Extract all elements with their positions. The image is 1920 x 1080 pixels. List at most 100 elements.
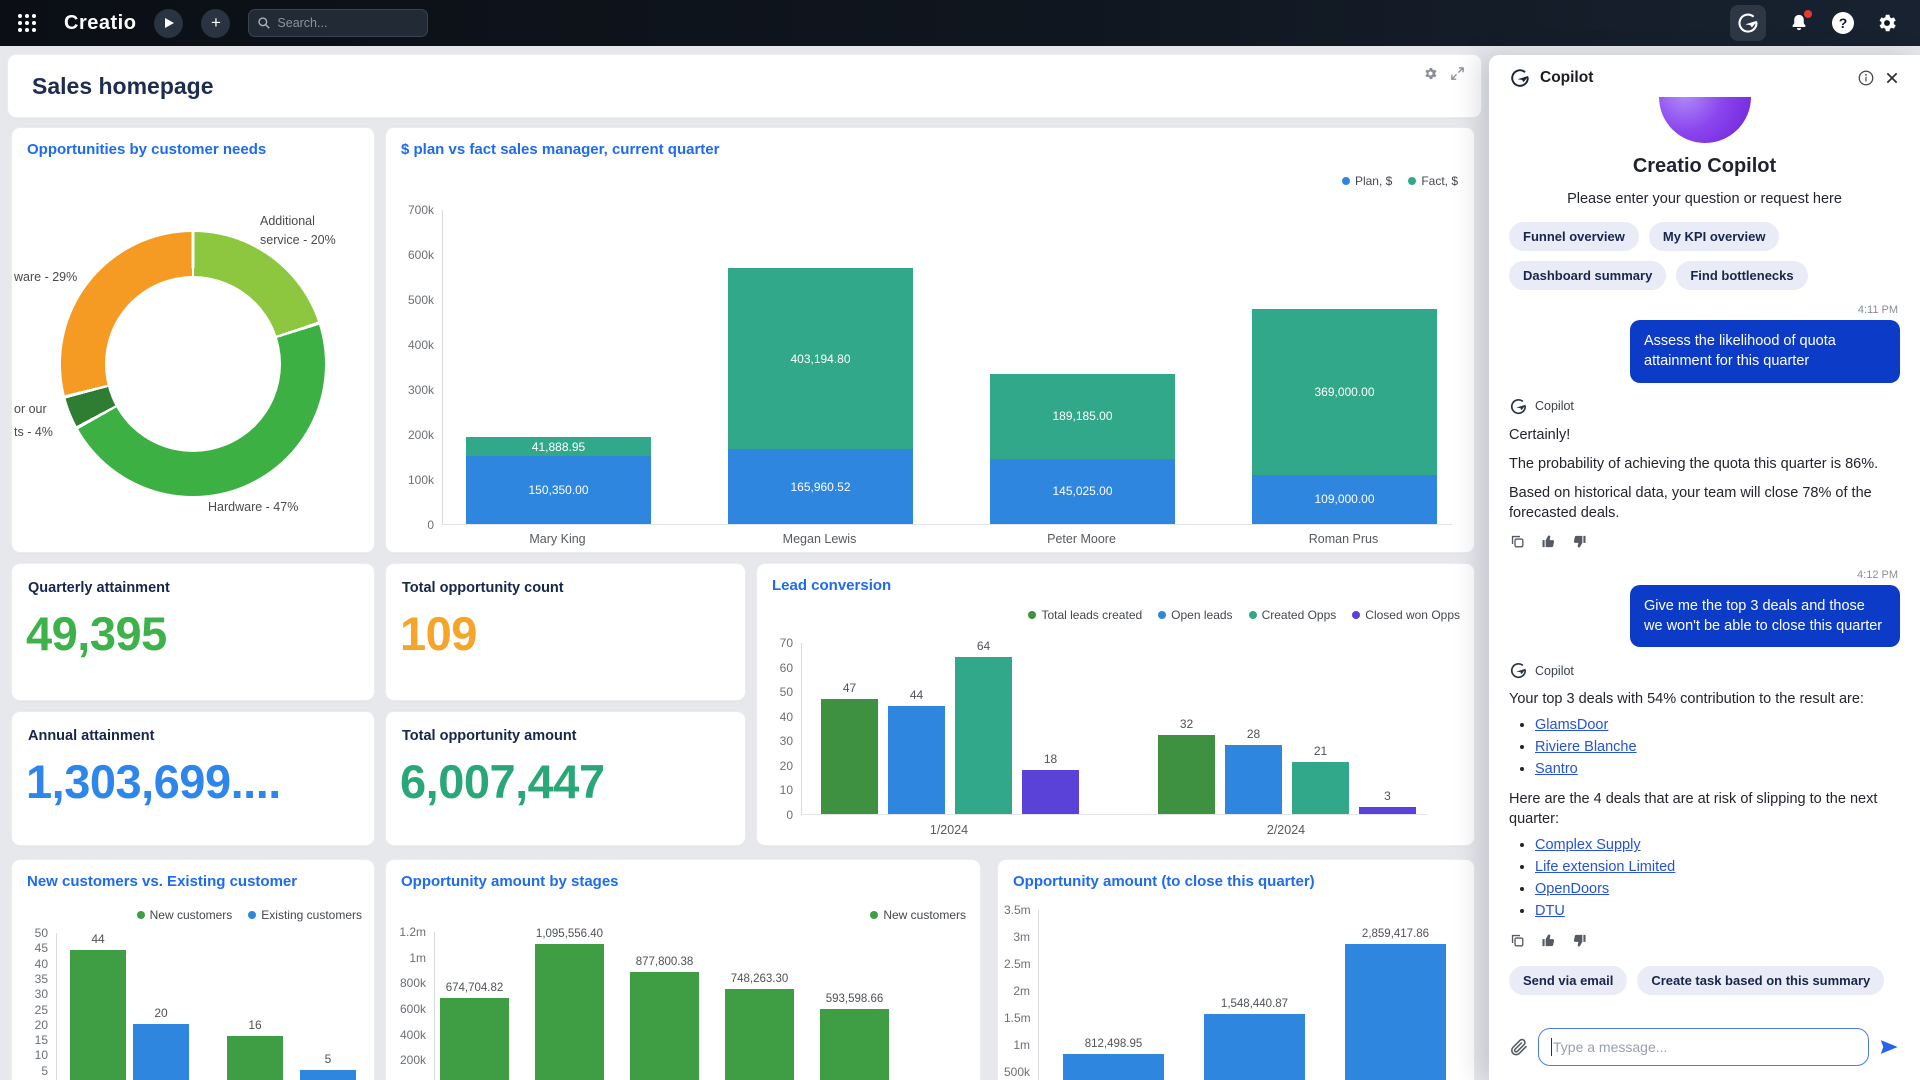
bar-column: 41,888.95 150,350.00 [466,437,651,524]
bot-label: Copilot [1535,399,1574,414]
legend-dot [248,911,257,919]
y-axis-tick: 5 [41,1063,48,1078]
topbar-actions: ? [1730,5,1920,41]
bot-message-text: Based on historical data, your team will… [1509,484,1872,521]
message-timestamp: 4:12 PM [1857,568,1898,581]
deal-link[interactable]: DTU [1535,903,1565,919]
bar [1359,806,1416,814]
copilot-thread: 4:11 PM Assess the likelihood of quota at… [1509,290,1900,1018]
list-item: GlamsDoor [1535,715,1900,737]
y-axis-tick: 10 [34,1048,48,1063]
expand-icon[interactable] [1450,66,1465,81]
action-chip[interactable]: Send via email [1509,966,1628,996]
legend-dot [1158,611,1167,619]
send-button[interactable] [1878,1036,1900,1058]
settings-button[interactable] [1876,12,1898,34]
bar-column: 28 [1225,727,1282,814]
info-icon[interactable] [1857,69,1875,87]
copy-icon[interactable] [1509,533,1526,555]
bar [440,998,509,1080]
copilot-action-chips: Send via email Create task based on this … [1509,966,1900,996]
bar [1345,943,1446,1080]
notifications-button[interactable] [1788,10,1812,34]
chart-legend: Plan, $ Fact, $ [1341,174,1458,188]
message-input[interactable]: Type a message... [1538,1028,1869,1066]
bar-chart: 1.2m 1m 800k 600k 400k 200k New customers 674,7… [386,860,980,1080]
legend-entry: Closed won Opps [1352,608,1460,622]
bar-segment: 41,888.95 [466,437,651,457]
attachment-icon[interactable] [1509,1037,1529,1057]
panel-opportunity-amount-by-stages: Opportunity amount by stages 1.2m 1m 800k 6… [386,860,980,1080]
y-axis-tick: 2.5m [1004,957,1031,971]
y-axis-tick: 15 [34,1033,48,1048]
y-axis-tick: 50 [779,685,793,700]
page-header: Sales homepage [8,55,1481,117]
legend-entry: Plan, $ [1341,174,1392,188]
bar-segment: 165,960.52 [728,449,913,524]
thumbs-down-icon[interactable] [1571,932,1588,954]
suggestion-chip[interactable]: My KPI overview [1648,222,1780,251]
deal-link[interactable]: Santro [1535,761,1578,777]
thumbs-up-icon[interactable] [1540,932,1557,954]
bar [725,989,794,1080]
bot-links-list: Complex Supply Life extension Limited Open… [1535,835,1900,922]
help-button[interactable]: ? [1832,12,1854,34]
y-axis-tick: 200k [407,428,434,442]
add-new-button[interactable]: + [201,8,231,38]
deal-link[interactable]: Riviere Blanche [1535,739,1637,755]
suggestion-chip[interactable]: Find bottlenecks [1676,261,1808,290]
dashboard-settings-gear-icon[interactable] [1423,66,1438,81]
bar-group: 47 44 64 18 [821,639,1079,814]
search-input[interactable] [277,16,408,30]
legend-entry: Fact, $ [1408,174,1458,188]
bot-message-text: The probability of achieving the quota t… [1509,455,1879,472]
kpi-value: 49,395 [26,607,167,660]
copilot-swoosh-icon [1511,69,1529,87]
deal-link[interactable]: Complex Supply [1535,837,1641,853]
app-launcher-icon[interactable] [12,8,42,38]
bar [1158,735,1215,814]
legend-label: New customers [149,908,233,922]
action-chip[interactable]: Create task based on this summary [1637,966,1885,996]
play-icon [165,18,175,28]
kpi-label: Total opportunity count [402,580,564,596]
bar-column: 403,194.80 165,960.52 [728,267,913,524]
global-search[interactable] [248,9,429,37]
bar-column: 21 [1292,744,1349,814]
close-icon[interactable] [1884,70,1900,86]
y-axis-tick: 60 [779,660,793,675]
thumbs-up-icon[interactable] [1540,533,1557,555]
bar-column: 18 [1022,752,1079,814]
suggestion-chip[interactable]: Dashboard summary [1509,261,1667,290]
thumbs-down-icon[interactable] [1571,533,1588,555]
bar-column: 2,859,417.86 [1345,928,1446,1080]
kpi-label: Annual attainment [28,728,155,744]
bar-column: 1,548,440.87 [1204,998,1305,1080]
deal-link[interactable]: GlamsDoor [1535,717,1608,733]
creatio-logo: Creatio [64,11,137,34]
bar-value-label: 20 [154,1005,168,1020]
legend-label: Total leads created [1041,608,1143,622]
deal-link[interactable]: Life extension Limited [1535,859,1675,875]
bar-column: 64 [955,639,1012,814]
input-placeholder: Type a message... [1553,1039,1668,1055]
x-axis-label: Megan Lewis [782,532,857,546]
bar [820,1008,889,1080]
bar-column: 877,800.38 [630,956,699,1080]
copilot-toggle-button[interactable] [1730,5,1766,41]
x-axis-labels: 1/2024 2/2024 [820,823,1415,837]
topbar: Creatio + ? [0,0,1920,46]
user-message-bubble: Give me the top 3 deals and those we won… [1630,584,1900,648]
run-process-button[interactable] [154,8,184,38]
notification-badge [1804,10,1812,18]
chart-legend: New customers [870,908,966,922]
bar-value-label: 64 [976,638,991,653]
bar [227,1036,283,1080]
panel-lead-conversion: Lead conversion 70 60 50 40 30 20 10 0 Total lea… [757,564,1474,845]
deal-link[interactable]: OpenDoors [1535,881,1609,897]
copilot-brand: Creatio Copilot [1632,155,1777,177]
copy-icon[interactable] [1509,932,1526,954]
suggestion-chip[interactable]: Funnel overview [1509,222,1639,251]
bar-segment: 109,000.00 [1252,474,1437,524]
bar-value-label: 593,598.66 [825,992,884,1005]
